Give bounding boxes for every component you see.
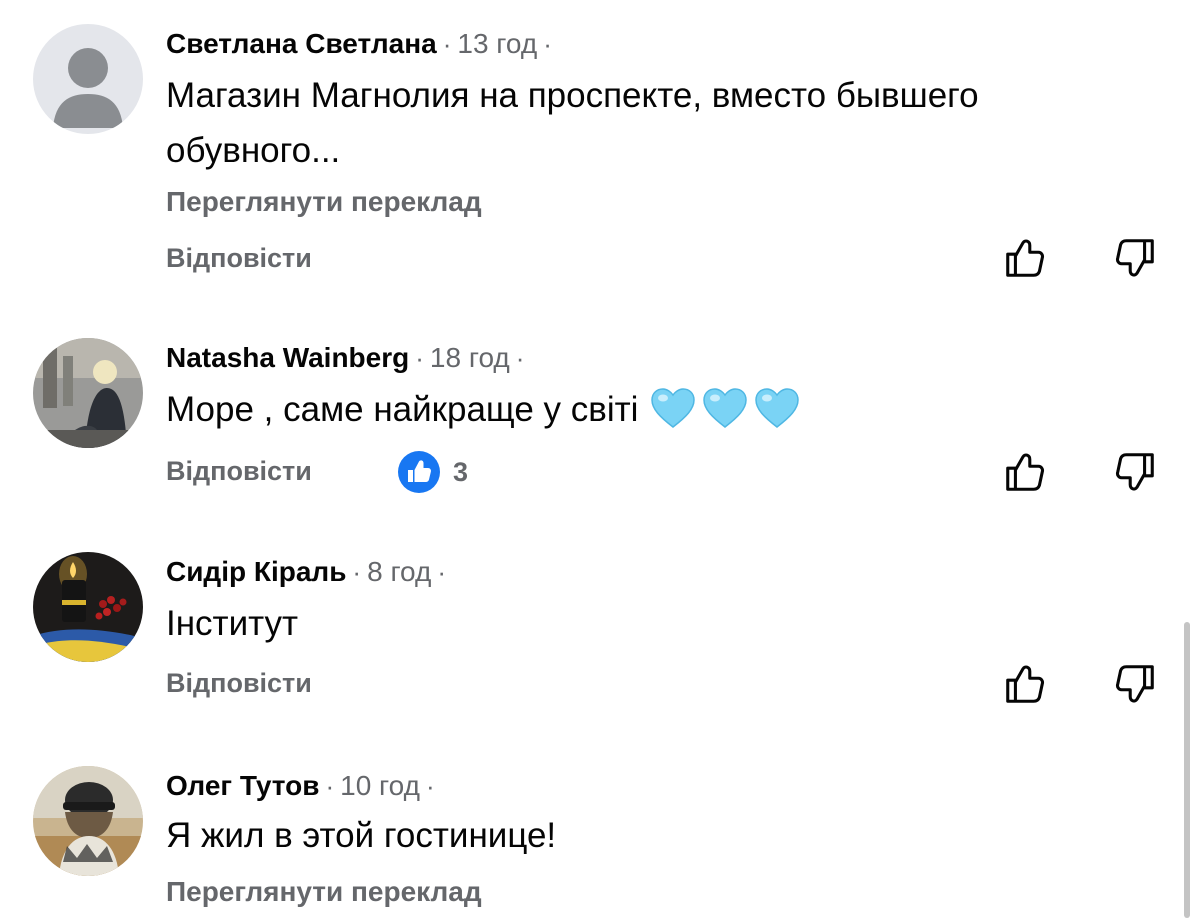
comment-header: Олег Тутов · 10 год · (166, 766, 435, 806)
separator-dot: · (325, 770, 335, 801)
comment-time[interactable]: 10 год (340, 770, 420, 802)
helmet-photo-icon (33, 766, 143, 876)
comment-text: Я жил в этой гостинице! (166, 816, 557, 855)
avatar[interactable] (33, 766, 143, 876)
scrollbar[interactable] (1184, 622, 1190, 918)
separator-dot: · (425, 770, 435, 801)
see-translation-link[interactable]: Переглянути переклад (166, 876, 482, 908)
comment-author[interactable]: Олег Тутов (166, 770, 319, 802)
comment-item: Олег Тутов · 10 год · Я жил в этой гости… (0, 0, 1200, 923)
